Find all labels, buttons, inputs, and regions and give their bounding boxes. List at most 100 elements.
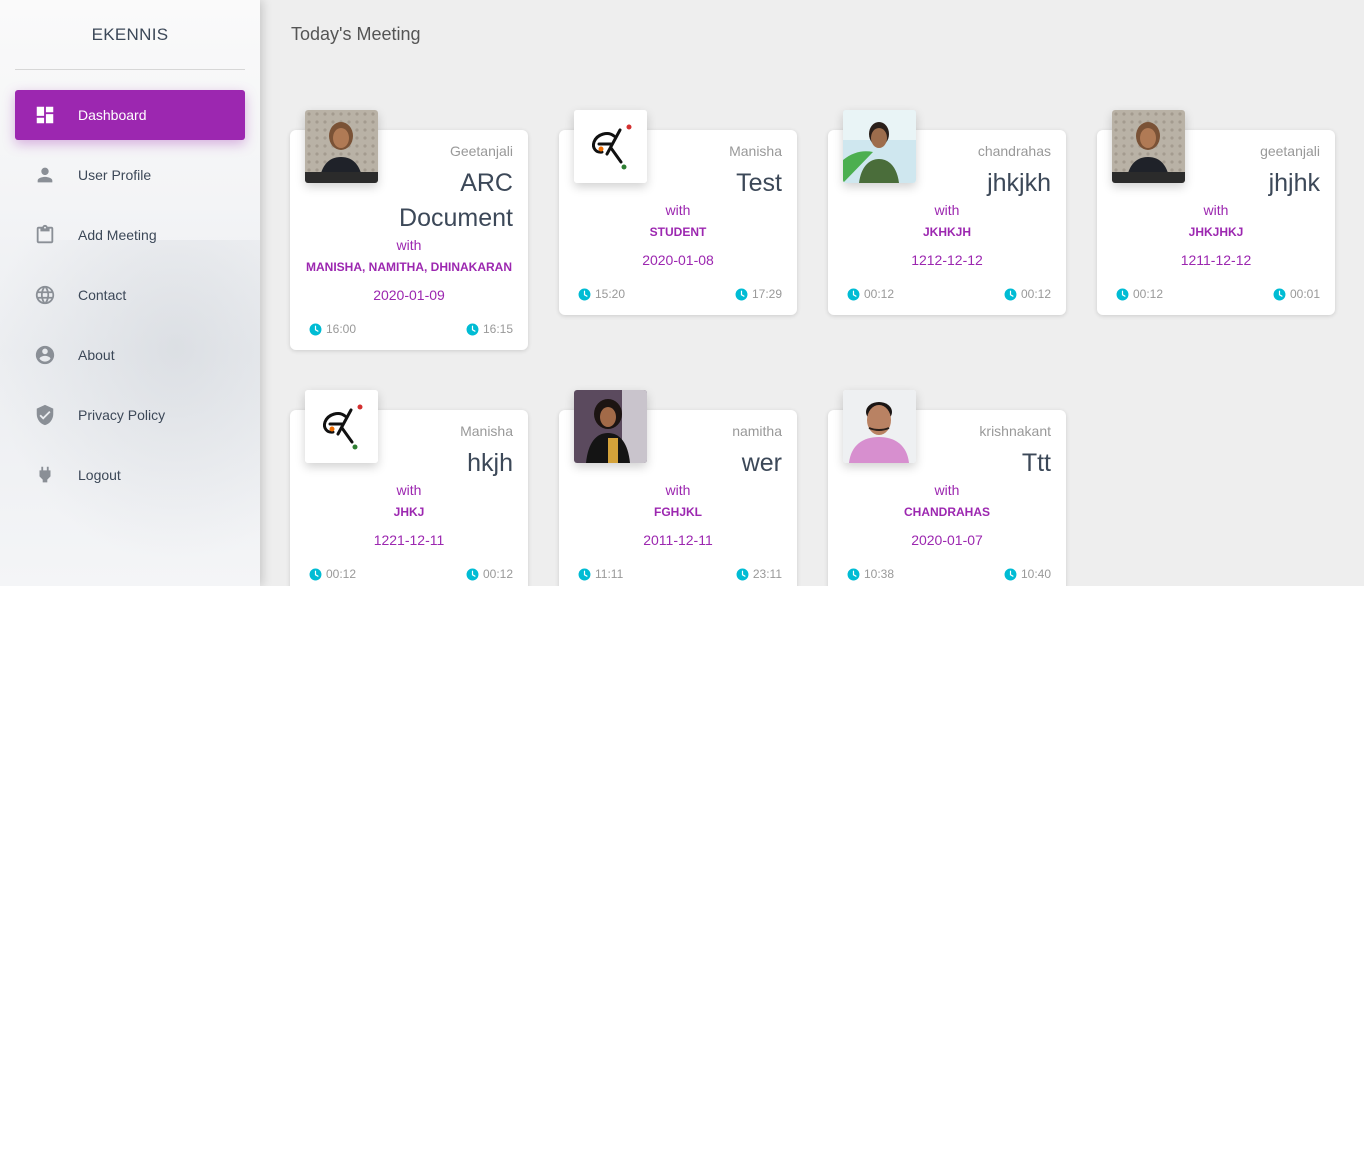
meeting-card[interactable]: Manisha hkjh with JHKJ 1221-12-11 00:12 … — [290, 390, 528, 586]
end-time-value: 10:40 — [1020, 567, 1051, 581]
with-label: with — [396, 237, 422, 253]
page-title: Today's Meeting — [291, 24, 421, 44]
meeting-date: 1212-12-12 — [911, 252, 983, 268]
start-time-value: 16:00 — [326, 322, 357, 336]
meeting-card[interactable]: Manisha Test with STUDENT 2020-01-08 15:… — [559, 110, 797, 315]
meeting-attendees: JKHKJH — [922, 225, 971, 239]
meeting-host: Manisha — [729, 143, 782, 159]
end-time-value: 00:12 — [482, 567, 513, 581]
clock-icon — [466, 323, 479, 336]
sidebar-item-label: Privacy Policy — [78, 407, 166, 423]
sidebar-item-dashboard[interactable]: Dashboard — [15, 90, 245, 140]
sidebar-item-contact[interactable]: Contact — [15, 270, 245, 320]
start-time-value: 00:12 — [326, 567, 357, 581]
sidebar-item-add-meeting[interactable]: Add Meeting — [15, 210, 245, 260]
clock-icon — [1004, 568, 1017, 581]
start-time-value: 00:12 — [864, 287, 895, 301]
host-avatar — [305, 390, 378, 463]
sidebar-item-logout[interactable]: Logout — [15, 450, 245, 500]
sidebar-item-user-profile[interactable]: User Profile — [15, 150, 245, 200]
clock-icon — [578, 288, 591, 301]
person-icon — [34, 164, 56, 186]
meeting-card[interactable]: Geetanjali ARC Document with MANISHA, NA… — [290, 110, 528, 350]
end-time: 00:12 — [1004, 287, 1051, 301]
clock-icon — [1116, 288, 1129, 301]
clock-icon — [735, 288, 748, 301]
start-time-value: 11:11 — [595, 567, 624, 581]
start-time: 00:12 — [847, 287, 894, 301]
meeting-title: Ttt — [1021, 449, 1051, 477]
app-logo[interactable]: EKENNIS — [0, 0, 260, 69]
meeting-host: Manisha — [460, 423, 513, 439]
sidebar-item-privacy-policy[interactable]: Privacy Policy — [15, 390, 245, 440]
meeting-attendees: CHANDRAHAS — [904, 505, 990, 519]
end-time: 00:01 — [1273, 287, 1320, 301]
clock-icon — [1273, 288, 1286, 301]
meeting-title: Test — [736, 169, 782, 197]
meeting-host: namitha — [732, 423, 782, 439]
start-time-value: 10:38 — [864, 567, 895, 581]
sidebar-item-label: Dashboard — [78, 107, 147, 123]
main-content: Today's Meeting Geetanjali ARC Document … — [260, 0, 1364, 586]
sidebar-item-label: Add Meeting — [78, 227, 157, 243]
clock-icon — [1004, 288, 1017, 301]
meeting-attendees: MANISHA, NAMITHA, DHINAKARAN — [306, 260, 512, 274]
meeting-title: wer — [741, 449, 782, 477]
globe-icon — [34, 284, 56, 306]
app-shell: EKENNIS Dashboard User Profile Add Meeti… — [0, 0, 1364, 586]
sidebar-item-label: Logout — [78, 467, 121, 483]
clock-icon — [309, 568, 322, 581]
account-circle-icon — [34, 344, 56, 366]
end-time-value: 00:01 — [1289, 287, 1320, 301]
meeting-card[interactable]: geetanjali jhjhk with JHKJHKJ 1211-12-12… — [1097, 110, 1335, 315]
end-time-value: 17:29 — [751, 287, 782, 301]
meeting-host: geetanjali — [1260, 143, 1320, 159]
meeting-title: jhkjkh — [987, 169, 1051, 197]
end-time: 16:15 — [466, 322, 513, 336]
sidebar-nav: Dashboard User Profile Add Meeting Conta… — [0, 90, 260, 500]
with-label: with — [665, 482, 691, 498]
meeting-attendees: JHKJHKJ — [1188, 225, 1244, 239]
meeting-attendees: FGHJKL — [654, 505, 702, 519]
start-time: 00:12 — [1116, 287, 1163, 301]
clock-icon — [736, 568, 749, 581]
host-avatar — [1112, 110, 1185, 183]
start-time: 10:38 — [847, 567, 894, 581]
meeting-host: Geetanjali — [449, 143, 513, 159]
meeting-host: chandrahas — [977, 143, 1051, 159]
meeting-card[interactable]: krishnakant Ttt with CHANDRAHAS 2020-01-… — [828, 390, 1066, 586]
meeting-attendees: STUDENT — [649, 225, 707, 239]
meeting-card[interactable]: chandrahas jhkjkh with JKHKJH 1212-12-12… — [828, 110, 1066, 315]
clock-icon — [466, 568, 479, 581]
sidebar-divider — [15, 69, 245, 70]
meeting-date: 2020-01-09 — [373, 287, 445, 303]
end-time-value: 00:12 — [1020, 287, 1051, 301]
clipboard-icon — [34, 224, 56, 246]
end-time: 23:11 — [736, 567, 782, 581]
start-time: 15:20 — [578, 287, 625, 301]
meeting-date: 2020-01-07 — [911, 532, 983, 548]
sidebar-item-label: About — [78, 347, 115, 363]
with-label: with — [1203, 202, 1229, 218]
clock-icon — [847, 288, 860, 301]
clock-icon — [309, 323, 322, 336]
meeting-title: ARC Document — [399, 169, 513, 232]
clock-icon — [578, 568, 591, 581]
meeting-date: 1211-12-12 — [1180, 252, 1252, 268]
start-time-value: 00:12 — [1133, 287, 1164, 301]
meeting-title: jhjhk — [1268, 169, 1320, 197]
sidebar: EKENNIS Dashboard User Profile Add Meeti… — [0, 0, 260, 586]
sidebar-item-about[interactable]: About — [15, 330, 245, 380]
shield-check-icon — [34, 404, 56, 426]
host-avatar — [843, 110, 916, 183]
meeting-date: 2020-01-08 — [642, 252, 714, 268]
start-time: 16:00 — [309, 322, 356, 336]
host-avatar — [305, 110, 378, 183]
sidebar-item-label: Contact — [78, 287, 127, 303]
end-time: 00:12 — [466, 567, 513, 581]
start-time: 11:11 — [578, 567, 623, 581]
end-time-value: 23:11 — [752, 567, 782, 581]
meeting-card[interactable]: namitha wer with FGHJKL 2011-12-11 11:11… — [559, 390, 797, 586]
meeting-date: 2011-12-11 — [643, 532, 713, 548]
clock-icon — [847, 568, 860, 581]
